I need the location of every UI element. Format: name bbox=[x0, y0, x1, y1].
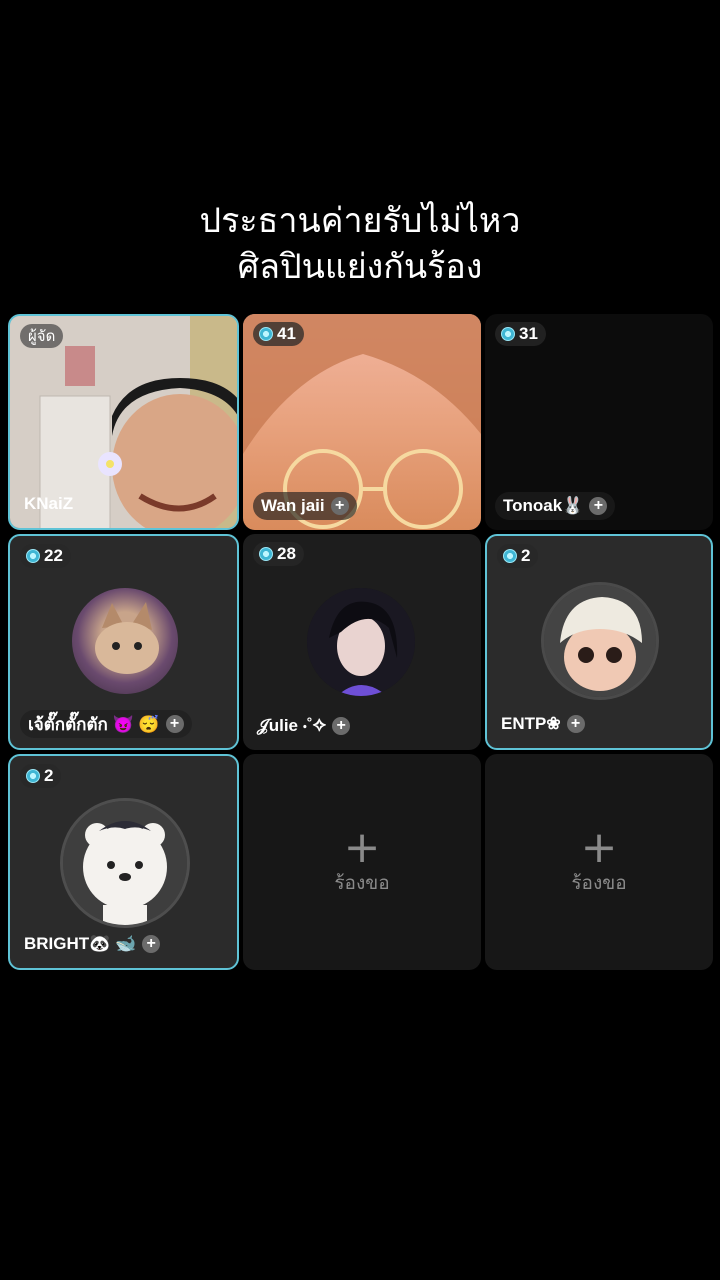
follow-plus-icon[interactable]: + bbox=[165, 715, 184, 733]
seat-name: Wan jaii + bbox=[253, 492, 357, 520]
seat-name-label: Wan jaii bbox=[261, 496, 325, 515]
seat-2[interactable]: 41 Wan jaii + bbox=[243, 314, 481, 530]
viewer-count-badge: 31 bbox=[495, 322, 546, 346]
viewer-count: 22 bbox=[44, 546, 63, 565]
seat-host[interactable]: ผู้จัด KNaiZ bbox=[8, 314, 239, 530]
seat-name-label: เจ้ตั๊กตั๊กตัก 😈 😴 bbox=[28, 714, 160, 734]
avatar bbox=[307, 588, 415, 696]
viewer-count: 2 bbox=[521, 546, 531, 565]
viewer-count-badge: 28 bbox=[253, 542, 304, 566]
gem-icon bbox=[259, 327, 273, 341]
viewer-count: 2 bbox=[44, 766, 54, 785]
seat-name: ENTP❀ + bbox=[497, 710, 589, 738]
gem-icon bbox=[501, 327, 515, 341]
seat-5[interactable]: 28 𝒥ulie ⋅˚✧ + bbox=[243, 534, 481, 750]
viewer-count: 31 bbox=[519, 324, 538, 343]
seat-name: 𝒥ulie ⋅˚✧ + bbox=[253, 712, 354, 740]
seat-3[interactable]: 31 Tonoak🐰 + bbox=[485, 314, 713, 530]
seat-7[interactable]: 2 BRIGHT🐼 🐋 + bbox=[8, 754, 239, 970]
seat-name-label: Tonoak🐰 bbox=[503, 496, 584, 515]
avatar bbox=[60, 798, 190, 928]
request-label: ร้องขอ bbox=[334, 872, 390, 894]
seat-grid: ผู้จัด KNaiZ 41 Wan jaii + 31 Tonoak🐰 + … bbox=[0, 0, 720, 1280]
seat-name-label: ENTP❀ bbox=[501, 714, 561, 733]
follow-plus-icon[interactable]: + bbox=[589, 497, 608, 515]
request-label: ร้องขอ bbox=[571, 872, 627, 894]
seat-name: เจ้ตั๊กตั๊กตัก 😈 😴 + bbox=[20, 710, 192, 738]
avatar bbox=[72, 588, 178, 694]
bear-avatar-image bbox=[63, 801, 187, 925]
girl-avatar-image bbox=[307, 588, 415, 696]
empty-seat[interactable]: + ร้องขอ bbox=[243, 754, 481, 970]
empty-seat[interactable]: + ร้องขอ bbox=[485, 754, 713, 970]
seat-name: Tonoak🐰 + bbox=[495, 492, 616, 520]
gem-icon bbox=[26, 769, 40, 783]
seat-4[interactable]: 22 เจ้ตั๊กตั๊กตัก 😈 😴 + bbox=[8, 534, 239, 750]
viewer-count-badge: 2 bbox=[20, 764, 62, 788]
cat-avatar-image bbox=[95, 602, 159, 674]
follow-plus-icon[interactable]: + bbox=[566, 715, 585, 733]
gem-icon bbox=[503, 549, 517, 563]
viewer-count-badge: 41 bbox=[253, 322, 304, 346]
add-seat-plus-icon: + bbox=[343, 822, 381, 873]
seat-name-label: BRIGHT🐼 🐋 bbox=[24, 934, 137, 953]
viewer-count-badge: 22 bbox=[20, 544, 71, 568]
seat-6[interactable]: 2 ENTP❀ + bbox=[485, 534, 713, 750]
viewer-count: 41 bbox=[277, 324, 296, 343]
gem-icon bbox=[26, 549, 40, 563]
seat-name-label: KNaiZ bbox=[24, 494, 74, 513]
host-badge: ผู้จัด bbox=[20, 324, 64, 348]
baby-avatar-image bbox=[544, 585, 656, 697]
viewer-count-badge: 2 bbox=[497, 544, 539, 568]
seat-name: BRIGHT🐼 🐋 + bbox=[20, 930, 164, 958]
seat-name: KNaiZ bbox=[20, 490, 77, 518]
seat-name-label: 𝒥ulie ⋅˚✧ bbox=[257, 716, 327, 735]
add-seat-plus-icon: + bbox=[580, 822, 618, 873]
follow-plus-icon[interactable]: + bbox=[142, 935, 161, 953]
follow-plus-icon[interactable]: + bbox=[330, 497, 349, 515]
avatar bbox=[541, 582, 659, 700]
follow-plus-icon[interactable]: + bbox=[332, 717, 351, 735]
gem-icon bbox=[259, 547, 273, 561]
viewer-count: 28 bbox=[277, 544, 296, 563]
